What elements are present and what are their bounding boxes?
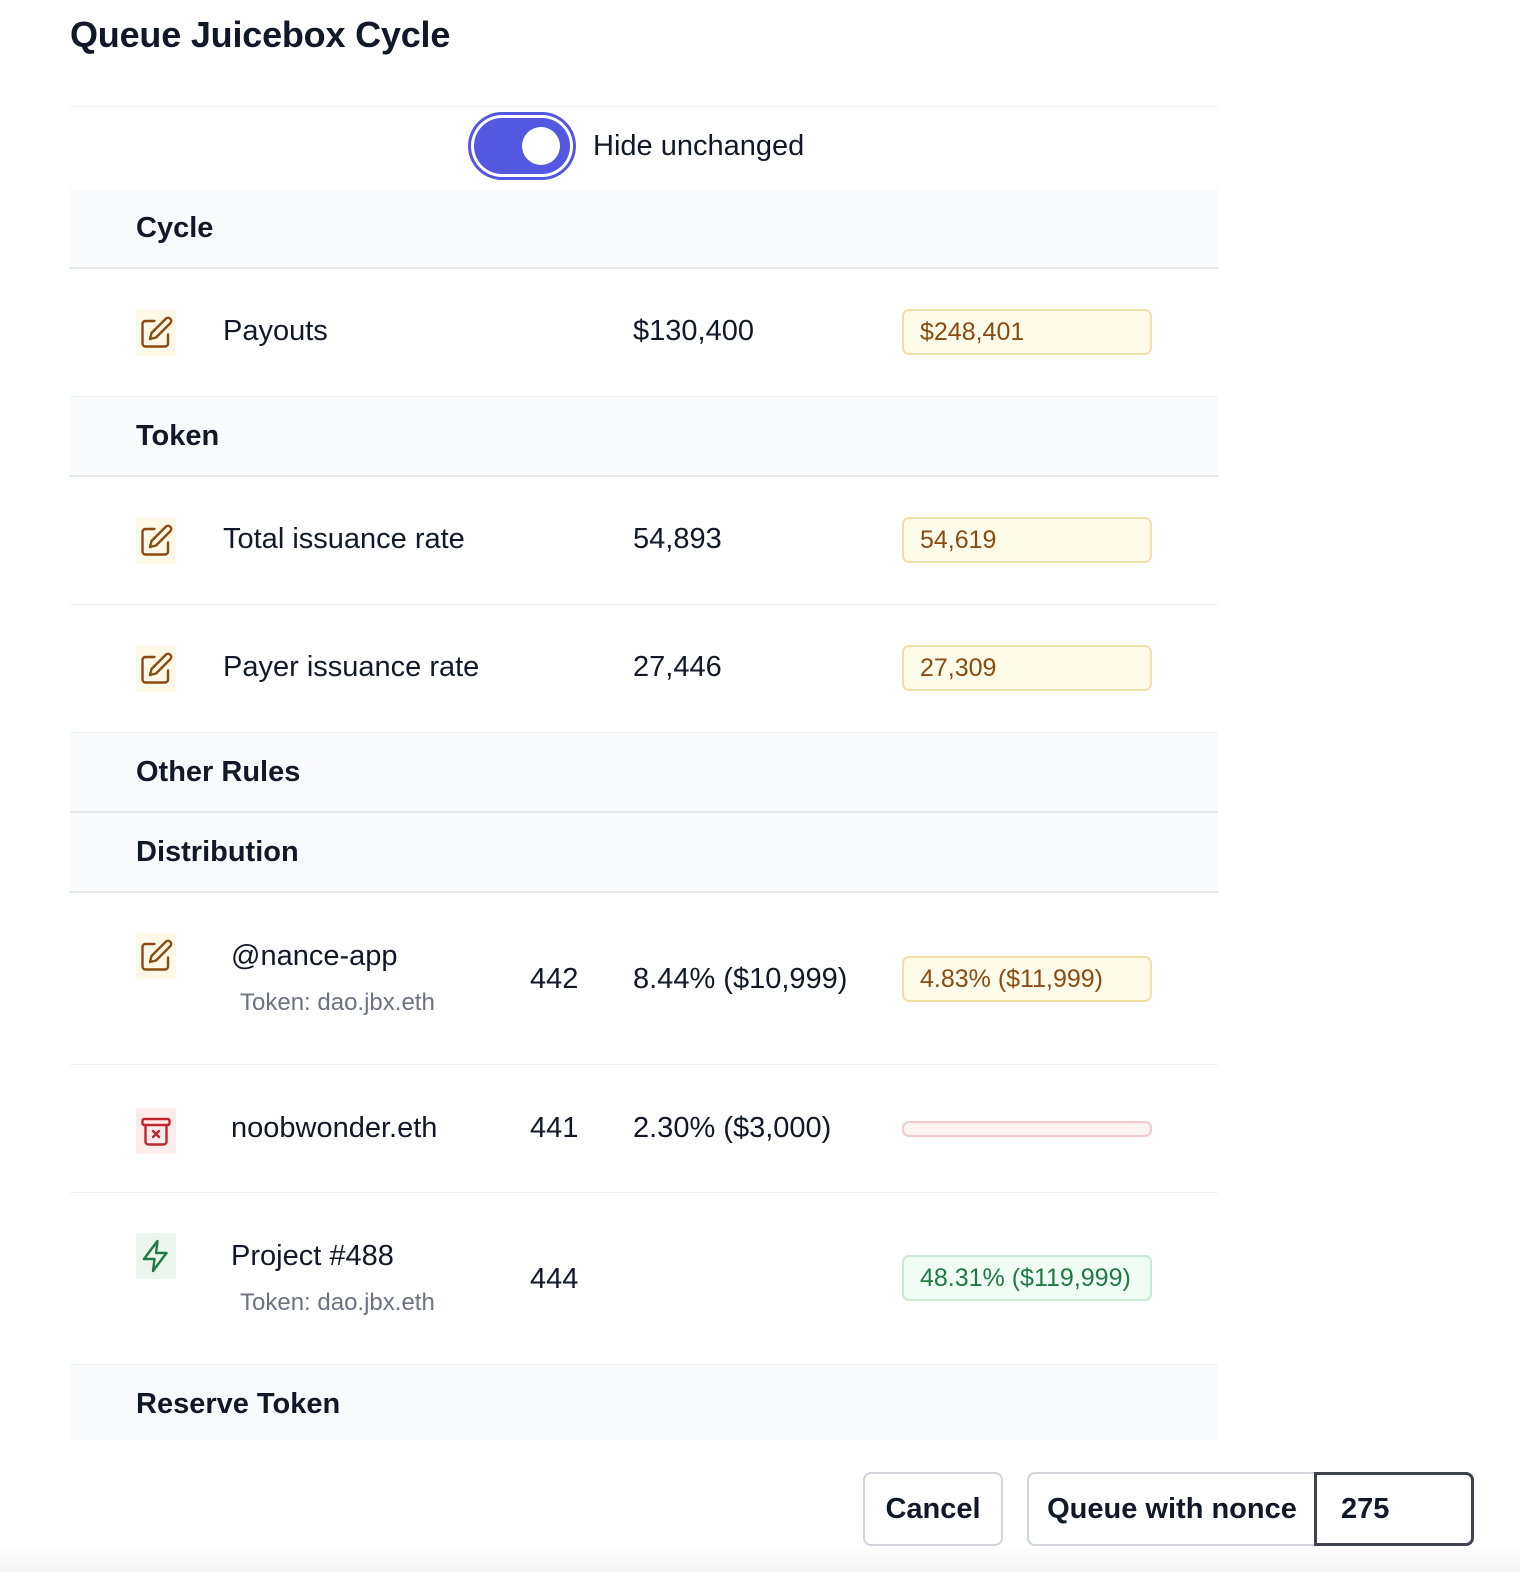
split-id: 444 bbox=[530, 1263, 579, 1295]
section-title: Reserve Token bbox=[136, 1387, 341, 1420]
edit-icon bbox=[136, 310, 176, 356]
row-label: Payouts bbox=[223, 315, 328, 347]
queue-with-nonce-button[interactable]: Queue with nonce bbox=[1027, 1472, 1317, 1546]
toggle-row: Hide unchanged bbox=[70, 107, 1218, 189]
distribution-row-noob: noobwonder.eth 441 2.30% ($3,000) bbox=[70, 1065, 1218, 1193]
split-id: 442 bbox=[530, 963, 579, 995]
recipient-token: Token: dao.jbx.eth bbox=[240, 989, 435, 1016]
section-title: Token bbox=[136, 419, 220, 452]
old-value: 27,446 bbox=[633, 651, 722, 683]
cancel-button[interactable]: Cancel bbox=[863, 1472, 1003, 1546]
new-value-badge: 27,309 bbox=[902, 645, 1152, 691]
old-value: 8.44% ($10,999) bbox=[633, 963, 848, 995]
edit-icon bbox=[136, 933, 176, 979]
modal-title: Queue Juicebox Cycle bbox=[70, 14, 451, 55]
section-header-token: Token bbox=[70, 397, 1218, 477]
archive-x-icon bbox=[136, 1108, 176, 1154]
removed-badge bbox=[902, 1121, 1152, 1137]
hide-unchanged-label: Hide unchanged bbox=[593, 130, 805, 162]
edit-icon bbox=[136, 646, 176, 692]
hide-unchanged-toggle[interactable] bbox=[474, 118, 570, 174]
toggle-knob bbox=[522, 127, 560, 165]
diff-row-total-issuance: Total issuance rate 54,893 54,619 bbox=[70, 477, 1218, 605]
diff-row-payouts: Payouts $130,400 $248,401 bbox=[70, 269, 1218, 397]
bolt-icon bbox=[136, 1233, 176, 1279]
distribution-row-nance: @nance-app Token: dao.jbx.eth 442 8.44% … bbox=[70, 893, 1218, 1065]
diff-panel: Hide unchanged Cycle Payouts $130,400 $2… bbox=[70, 106, 1218, 1445]
split-id: 441 bbox=[530, 1112, 579, 1144]
added-badge: 48.31% ($119,999) bbox=[902, 1255, 1152, 1301]
recipient-name: @nance-app bbox=[231, 940, 398, 972]
distribution-row-project: Project #488 Token: dao.jbx.eth 444 48.3… bbox=[70, 1193, 1218, 1365]
section-title: Other Rules bbox=[136, 755, 301, 788]
nonce-input[interactable] bbox=[1314, 1472, 1474, 1546]
recipient-name: Project #488 bbox=[231, 1240, 394, 1272]
recipient-name: noobwonder.eth bbox=[231, 1112, 438, 1144]
section-header-cycle: Cycle bbox=[70, 189, 1218, 269]
diff-row-payer-issuance: Payer issuance rate 27,446 27,309 bbox=[70, 605, 1218, 733]
section-header-other-rules: Other Rules bbox=[70, 733, 1218, 813]
section-header-distribution: Distribution bbox=[70, 813, 1218, 893]
section-title: Distribution bbox=[136, 835, 299, 868]
row-label: Payer issuance rate bbox=[223, 651, 480, 683]
recipient-token: Token: dao.jbx.eth bbox=[240, 1289, 435, 1316]
new-value-badge: 4.83% ($11,999) bbox=[902, 956, 1152, 1002]
new-value-badge: 54,619 bbox=[902, 517, 1152, 563]
old-value: 2.30% ($3,000) bbox=[633, 1112, 832, 1144]
new-value-badge: $248,401 bbox=[902, 309, 1152, 355]
old-value: $130,400 bbox=[633, 315, 754, 347]
old-value: 54,893 bbox=[633, 523, 722, 555]
section-title: Cycle bbox=[136, 211, 214, 244]
edit-icon bbox=[136, 518, 176, 564]
section-header-reserve-token: Reserve Token bbox=[70, 1365, 1218, 1445]
row-label: Total issuance rate bbox=[223, 523, 465, 555]
